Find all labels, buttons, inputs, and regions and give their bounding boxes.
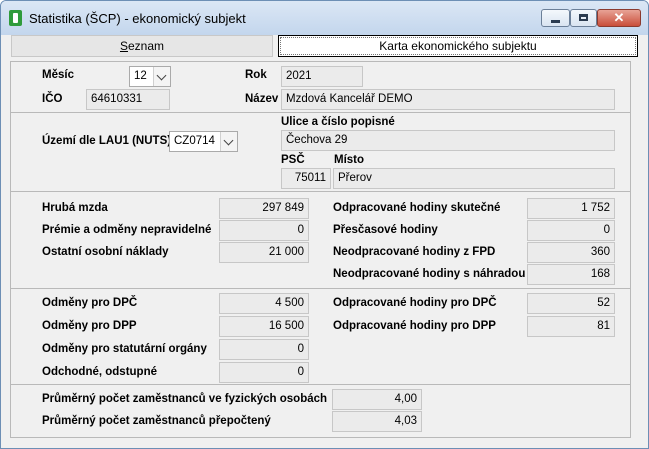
hod-dpp-label: Odpracované hodiny pro DPP (333, 320, 496, 332)
tab-seznam-label: eznam (127, 39, 165, 53)
misto-label: Místo (334, 154, 365, 166)
section-address: Území dle LAU1 (NUTS) CZ0714 Ulice a čís… (10, 112, 631, 192)
hruba-mzda-label: Hrubá mzda (42, 202, 108, 214)
neodprac-fpd-label: Neodpracované hodiny z FPD (333, 246, 496, 258)
tab-seznam-accel: S (119, 39, 128, 53)
mesic-label: Měsíc (42, 69, 74, 81)
uzemi-select[interactable]: CZ0714 (169, 131, 238, 152)
odchodne-field[interactable]: 0 (219, 362, 309, 383)
uzemi-label: Území dle LAU1 (NUTS) (42, 135, 172, 147)
psc-field[interactable]: 75011 (281, 168, 331, 189)
tab-karta-subjektu[interactable]: Karta ekonomického subjektu (278, 35, 638, 57)
nazev-label: Název (245, 93, 279, 105)
neodprac-nahr-label: Neodpracované hodiny s náhradou (333, 268, 526, 280)
zam-prep-label: Průměrný počet zaměstnanců přepočtený (42, 415, 271, 427)
section-employees: Průměrný počet zaměstnanců ve fyzických … (10, 384, 631, 438)
misto-field[interactable]: Přerov (333, 168, 615, 189)
window: Statistika (ŠCP) - ekonomický subjekt ✕ … (0, 0, 649, 449)
dpp-label: Odměny pro DPP (42, 320, 137, 332)
premie-label: Prémie a odměny nepravidelné (42, 224, 212, 236)
hruba-mzda-field[interactable]: 297 849 (219, 198, 309, 219)
chevron-down-icon (220, 132, 237, 151)
zam-fyz-field[interactable]: 4,00 (332, 389, 422, 410)
ico-label: IČO (42, 93, 63, 105)
maximize-button[interactable] (570, 9, 597, 27)
minimize-icon (551, 20, 560, 23)
ulice-field[interactable]: Čechova 29 (281, 130, 615, 151)
hod-dpp-field[interactable]: 81 (527, 316, 615, 337)
ostatni-field[interactable]: 21 000 (219, 242, 309, 263)
odprac-label: Odpracované hodiny skutečné (333, 202, 501, 214)
odchodne-label: Odchodné, odstupné (42, 366, 157, 378)
uzemi-value: CZ0714 (174, 135, 215, 147)
maximize-icon (579, 14, 588, 21)
ulice-label: Ulice a číslo popisné (281, 116, 395, 128)
rok-field[interactable]: 2021 (281, 66, 363, 87)
mesic-value: 12 (134, 70, 147, 82)
dpc-field[interactable]: 4 500 (219, 293, 309, 314)
nazev-field[interactable]: Mzdová Kancelář DEMO (281, 89, 615, 110)
section-header: Měsíc 12 Rok 2021 IČO 64610331 Název Mzd… (10, 61, 631, 113)
hod-dpc-label: Odpracované hodiny pro DPČ (333, 297, 497, 309)
dpc-label: Odměny pro DPČ (42, 297, 138, 309)
section-wages: Hrubá mzda 297 849 Prémie a odměny nepra… (10, 191, 631, 289)
zam-fyz-label: Průměrný počet zaměstnanců ve fyzických … (42, 393, 328, 405)
section-other: Odměny pro DPČ 4 500 Odměny pro DPP 16 5… (10, 288, 631, 385)
ostatni-label: Ostatní osobní náklady (42, 246, 169, 258)
zam-prep-field[interactable]: 4,03 (332, 411, 422, 432)
odprac-field[interactable]: 1 752 (527, 198, 615, 219)
close-button[interactable]: ✕ (597, 9, 641, 27)
neodprac-nahr-field[interactable]: 168 (527, 264, 615, 285)
prescas-field[interactable]: 0 (527, 220, 615, 241)
prescas-label: Přesčasové hodiny (333, 224, 438, 236)
statutarni-label: Odměny pro statutární orgány (42, 343, 207, 355)
statutarni-field[interactable]: 0 (219, 339, 309, 360)
minimize-button[interactable] (541, 9, 570, 27)
rok-label: Rok (245, 69, 267, 81)
title-bar: Statistika (ŠCP) - ekonomický subjekt ✕ (1, 1, 648, 35)
ico-field[interactable]: 64610331 (86, 89, 170, 110)
psc-label: PSČ (281, 154, 305, 166)
tab-seznam[interactable]: Seznam (11, 35, 273, 57)
window-title: Statistika (ŠCP) - ekonomický subjekt (29, 11, 246, 26)
close-icon: ✕ (613, 10, 625, 25)
premie-field[interactable]: 0 (219, 220, 309, 241)
mesic-select[interactable]: 12 (129, 66, 171, 87)
hod-dpc-field[interactable]: 52 (527, 293, 615, 314)
neodprac-fpd-field[interactable]: 360 (527, 242, 615, 263)
chevron-down-icon (153, 67, 170, 86)
dpp-field[interactable]: 16 500 (219, 316, 309, 337)
app-icon (9, 10, 22, 26)
